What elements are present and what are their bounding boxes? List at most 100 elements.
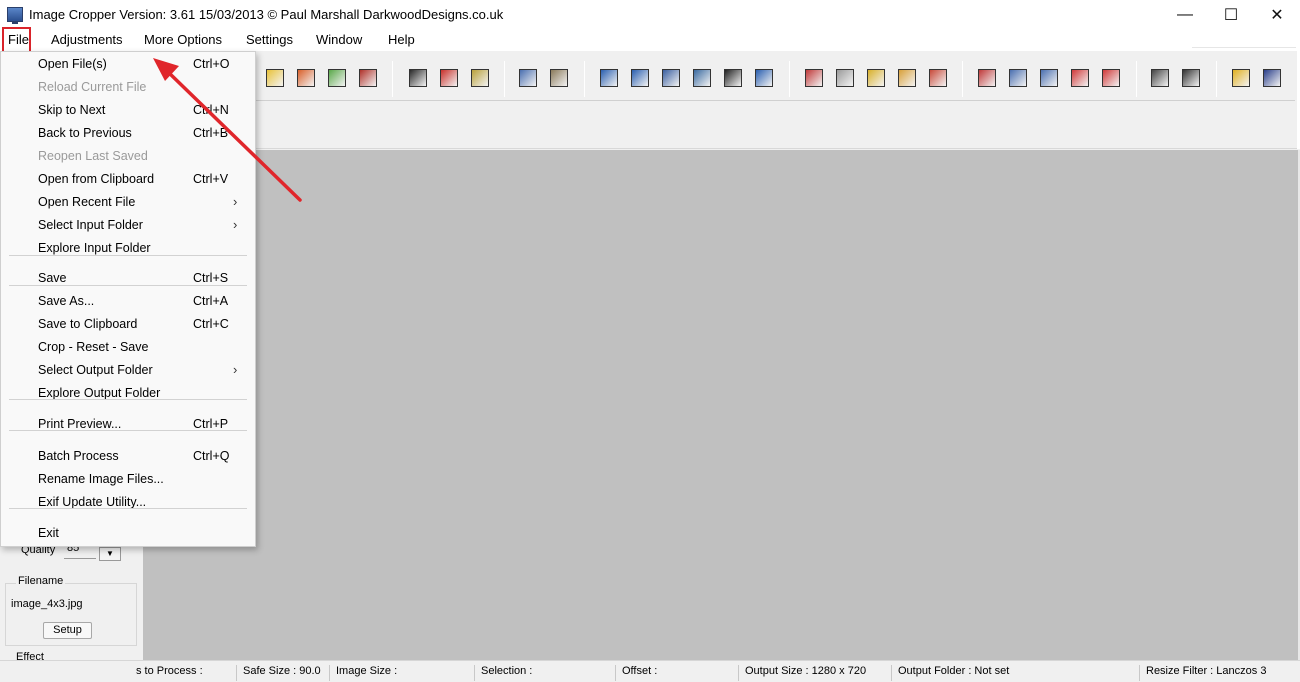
status-selection: Selection : (474, 665, 532, 681)
crop-lines-icon[interactable] (1102, 69, 1120, 87)
copy-icon[interactable] (519, 69, 537, 87)
menu-item-label: Exif Update Utility... (38, 495, 147, 509)
menu-item-batch-process[interactable]: Batch Process Ctrl+Q (1, 445, 255, 468)
quality-dropdown-button[interactable]: ▼ (99, 547, 121, 561)
open-images-icon[interactable] (297, 69, 315, 87)
screen-icon[interactable] (1263, 69, 1281, 87)
toolbar-divider (255, 100, 1295, 101)
menu-item-open-recent-file[interactable]: Open Recent File › (1, 191, 255, 214)
menu-file[interactable]: File (2, 27, 31, 53)
image-canvas[interactable] (143, 150, 1298, 660)
grid-icon[interactable] (1009, 69, 1027, 87)
grayscale-icon[interactable] (724, 69, 742, 87)
menu-item-exit[interactable]: Exit (1, 522, 255, 545)
flip-icon[interactable] (662, 69, 680, 87)
crop-corners-icon[interactable] (1071, 69, 1089, 87)
fit-width-icon[interactable] (898, 69, 916, 87)
submenu-arrow-icon: › (233, 362, 238, 377)
menu-window[interactable]: Window (316, 32, 362, 47)
rotate-left-icon[interactable] (631, 69, 649, 87)
menu-item-label: Save (38, 271, 67, 285)
menu-item-shortcut: Ctrl+B (193, 126, 229, 140)
status-safe-size: Safe Size : 90.0 (236, 665, 321, 681)
menu-item-save[interactable]: Save Ctrl+S (1, 267, 255, 290)
menu-item-label: Crop - Reset - Save (38, 340, 149, 354)
maximize-button[interactable]: ☐ (1208, 0, 1254, 29)
menu-separator (9, 285, 247, 286)
menu-separator (9, 508, 247, 509)
menu-item-open-file-s[interactable]: Open File(s) Ctrl+O (1, 53, 255, 76)
menu-item-label: Save As... (38, 294, 95, 308)
submenu-arrow-icon: › (233, 217, 238, 232)
menu-item-open-from-clipboard[interactable]: Open from Clipboard Ctrl+V (1, 168, 255, 191)
status-image-size: Image Size : (329, 665, 397, 681)
menu-item-rename-image-files[interactable]: Rename Image Files... (1, 468, 255, 491)
menu-item-select-output-folder[interactable]: Select Output Folder › (1, 359, 255, 382)
menu-settings[interactable]: Settings (246, 32, 293, 47)
menu-item-label: Skip to Next (38, 103, 106, 117)
window-title: Image Cropper Version: 3.61 15/03/2013 ©… (29, 7, 504, 22)
toolbar-separator (392, 61, 393, 97)
menu-item-shortcut: Ctrl+P (193, 417, 229, 431)
close-button[interactable]: ✕ (1254, 0, 1300, 29)
menu-item-shortcut: Ctrl+C (193, 317, 229, 331)
menu-item-save-to-clipboard[interactable]: Save to Clipboard Ctrl+C (1, 313, 255, 336)
save-red-icon[interactable] (440, 69, 458, 87)
menu-item-label: Reload Current File (38, 80, 147, 94)
menu-separator (9, 255, 247, 256)
paste-icon[interactable] (550, 69, 568, 87)
toolbar-separator (962, 61, 963, 97)
menu-separator (9, 430, 247, 431)
open-folder-icon[interactable] (266, 69, 284, 87)
toolbar-separator (789, 61, 790, 97)
fit-height-icon[interactable] (867, 69, 885, 87)
flip-horizontal-icon[interactable] (693, 69, 711, 87)
menu-item-skip-to-next[interactable]: Skip to Next Ctrl+N (1, 99, 255, 122)
stretch-icon[interactable] (929, 69, 947, 87)
info-icon[interactable] (1182, 69, 1200, 87)
folder-f-icon[interactable] (1232, 69, 1250, 87)
menu-help[interactable]: Help (388, 32, 415, 47)
toolbar-separator (1136, 61, 1137, 97)
menu-item-label: Explore Output Folder (38, 386, 161, 400)
status-output-size: Output Size : 1280 x 720 (738, 665, 866, 681)
minimize-button[interactable]: — (1162, 0, 1208, 29)
setup-button[interactable]: Setup (43, 622, 92, 639)
exif-icon[interactable] (1151, 69, 1169, 87)
menu-item-exif-update-utility[interactable]: Exif Update Utility... (1, 491, 255, 514)
menu-item-explore-input-folder[interactable]: Explore Input Folder (1, 237, 255, 260)
filename-value: image_4x3.jpg (11, 598, 83, 610)
menu-more-options[interactable]: More Options (144, 32, 222, 47)
menu-item-reload-current-file: Reload Current File (1, 76, 255, 99)
menu-item-print-preview[interactable]: Print Preview... Ctrl+P (1, 413, 255, 436)
grid-center-icon[interactable] (1040, 69, 1058, 87)
menu-separator (9, 399, 247, 400)
menu-item-label: Explore Input Folder (38, 241, 151, 255)
frame-icon[interactable] (805, 69, 823, 87)
menu-item-shortcut: Ctrl+A (193, 294, 229, 308)
menu-item-back-to-previous[interactable]: Back to Previous Ctrl+B (1, 122, 255, 145)
menu-item-save-as[interactable]: Save As... Ctrl+A (1, 290, 255, 313)
batch-icon[interactable] (359, 69, 377, 87)
menu-item-label: Open File(s) (38, 57, 107, 71)
menu-bar: File Adjustments More Options Settings W… (0, 27, 1300, 53)
save-icon[interactable] (409, 69, 427, 87)
menu-item-label: Exit (38, 526, 59, 540)
undo-icon[interactable] (755, 69, 773, 87)
print-icon[interactable] (328, 69, 346, 87)
menu-item-shortcut: Ctrl+V (193, 172, 229, 186)
menu-item-label: Open Recent File (38, 195, 136, 209)
menu-item-explore-output-folder[interactable]: Explore Output Folder (1, 382, 255, 405)
menu-item-shortcut: Ctrl+Q (193, 449, 230, 463)
rotate-right-icon[interactable] (600, 69, 618, 87)
blank-icon[interactable] (836, 69, 854, 87)
menu-adjustments[interactable]: Adjustments (51, 32, 123, 47)
menu-item-shortcut: Ctrl+O (193, 57, 230, 71)
menu-item-select-input-folder[interactable]: Select Input Folder › (1, 214, 255, 237)
submenu-arrow-icon: › (233, 194, 238, 209)
menu-item-label: Open from Clipboard (38, 172, 155, 186)
preview-icon[interactable] (978, 69, 996, 87)
title-bar: Image Cropper Version: 3.61 15/03/2013 ©… (0, 0, 1300, 29)
menu-item-crop-reset-save[interactable]: Crop - Reset - Save (1, 336, 255, 359)
save-multi-icon[interactable] (471, 69, 489, 87)
